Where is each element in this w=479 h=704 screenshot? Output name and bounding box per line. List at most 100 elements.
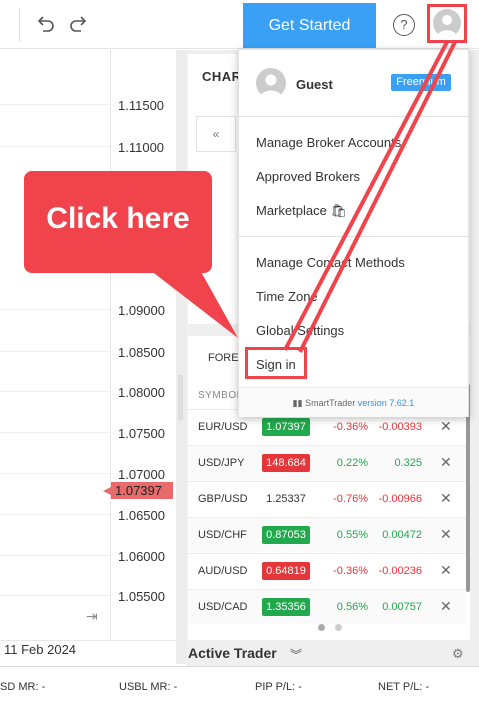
menu-item-manage-contact-methods[interactable]: Manage Contact Methods <box>256 255 405 270</box>
grid-line <box>0 432 110 433</box>
status-item: USBL MR: - <box>119 681 178 693</box>
menu-footer: ▮▮ SmartTrader version 7.62.1 <box>239 387 468 417</box>
symbol-cell: AUD/USD <box>198 565 248 577</box>
grid-line <box>0 104 110 105</box>
page-dot-active[interactable] <box>318 624 325 631</box>
menu-item-approved-brokers[interactable]: Approved Brokers <box>256 169 360 184</box>
date-label: 11 Feb 2024 <box>4 642 77 657</box>
user-dropdown-menu: Guest Freemium Manage Broker Accounts Ap… <box>238 49 469 417</box>
status-item: NET P/L: - <box>378 681 430 693</box>
price-label: 1.05500 <box>118 589 165 604</box>
change-cell: -0.00236 <box>378 565 422 577</box>
user-avatar-icon <box>256 68 286 98</box>
percent-change-cell: -0.76% <box>333 493 368 505</box>
close-icon[interactable]: ✕ <box>440 526 452 543</box>
menu-divider <box>239 236 468 237</box>
current-price-marker: 1.07397 <box>103 482 173 499</box>
toolbar-divider <box>19 8 20 42</box>
table-row[interactable]: GBP/USD 1.25337 -0.76% -0.00966 ✕ <box>188 481 466 516</box>
change-cell: 0.00472 <box>382 529 422 541</box>
close-icon[interactable]: ✕ <box>440 598 452 615</box>
close-icon[interactable]: ✕ <box>440 454 452 471</box>
menu-divider <box>239 116 468 117</box>
top-toolbar: Get Started ? <box>0 0 479 49</box>
price-label: 1.08000 <box>118 385 165 400</box>
grid-line <box>0 146 110 147</box>
status-bar: SD MR: - USBL MR: - PIP P/L: - NET P/L: … <box>0 666 479 704</box>
price-label: 1.06500 <box>118 508 165 523</box>
price-cell: 0.87053 <box>262 526 310 544</box>
price-cell: 148.684 <box>262 454 310 472</box>
grid-line <box>0 309 110 310</box>
symbol-cell: USD/CAD <box>198 601 248 613</box>
user-name: Guest <box>296 77 333 92</box>
collapse-toggle-button[interactable]: « <box>196 116 236 152</box>
change-cell: -0.00393 <box>378 421 422 433</box>
smarttrader-logo-icon: ▮▮ <box>292 398 303 408</box>
close-icon[interactable]: ✕ <box>440 418 452 435</box>
splitter-grip[interactable] <box>178 375 183 420</box>
app-version: version 7.62.1 <box>357 398 415 408</box>
avatar-highlight-box <box>427 4 467 43</box>
price-label: 1.07000 <box>118 467 165 482</box>
page-dot[interactable] <box>335 624 342 631</box>
percent-change-cell: -0.36% <box>333 565 368 577</box>
grid-line <box>0 514 110 515</box>
gear-icon[interactable]: ⚙ <box>452 646 464 662</box>
close-icon[interactable]: ✕ <box>440 562 452 579</box>
symbol-cell: USD/JPY <box>198 457 245 469</box>
bag-icon: 🛍 <box>330 203 347 218</box>
menu-item-time-zone[interactable]: Time Zone <box>256 289 318 304</box>
percent-change-cell: 0.56% <box>336 601 368 613</box>
menu-item-marketplace[interactable]: Marketplace 🛍 <box>256 203 347 219</box>
app-name: SmartTrader <box>305 398 356 408</box>
chart-axis-line <box>110 50 111 640</box>
price-cell: 1.35356 <box>262 598 310 616</box>
table-row[interactable]: AUD/USD 0.64819 -0.36% -0.00236 ✕ <box>188 553 466 588</box>
table-row[interactable]: USD/JPY 148.684 0.22% 0.325 ✕ <box>188 445 466 480</box>
status-item: SD MR: - <box>0 681 46 693</box>
percent-change-cell: -0.36% <box>333 421 368 433</box>
symbol-column-header: SYMBOL <box>198 390 243 401</box>
chevron-down-icon[interactable]: ︾ <box>290 646 302 663</box>
symbol-cell: EUR/USD <box>198 421 248 433</box>
panel-splitter[interactable] <box>176 50 186 664</box>
grid-line <box>0 595 110 596</box>
price-label: 1.07500 <box>118 426 165 441</box>
price-label: 1.11000 <box>118 140 165 155</box>
click-here-callout: Click here <box>24 171 212 273</box>
table-row[interactable]: USD/CHF 0.87053 0.55% 0.00472 ✕ <box>188 517 466 552</box>
price-cell: 1.07397 <box>262 418 310 436</box>
callout-text: Click here <box>46 202 190 235</box>
chart-card-title: CHAR <box>202 69 242 84</box>
redo-icon[interactable] <box>66 12 90 36</box>
close-icon[interactable]: ✕ <box>440 490 452 507</box>
menu-item-global-settings[interactable]: Global Settings <box>256 323 344 338</box>
date-axis: 11 Feb 2024 <box>0 640 176 664</box>
active-trader-label: Active Trader <box>188 645 277 661</box>
sign-in-highlight-box <box>245 347 307 379</box>
grid-line <box>0 351 110 352</box>
change-cell: 0.00757 <box>382 601 422 613</box>
price-chart[interactable]: 1.11500 1.11000 1.09000 1.08500 1.08000 … <box>0 50 176 640</box>
help-icon[interactable]: ? <box>393 14 415 36</box>
grid-line <box>0 473 110 474</box>
menu-item-manage-broker-accounts[interactable]: Manage Broker Accounts <box>256 135 401 150</box>
price-cell: 0.64819 <box>262 562 310 580</box>
percent-change-cell: 0.22% <box>336 457 368 469</box>
price-label: 1.11500 <box>118 98 165 113</box>
jump-to-end-icon[interactable]: ⇥ <box>86 608 98 625</box>
get-started-button[interactable]: Get Started <box>243 3 376 48</box>
active-trader-header[interactable]: Active Trader ︾ ⚙ <box>186 640 479 666</box>
price-label: 1.09000 <box>118 303 165 318</box>
change-cell: -0.00966 <box>378 493 422 505</box>
price-label: 1.08500 <box>118 345 165 360</box>
grid-line <box>0 555 110 556</box>
price-label: 1.06000 <box>118 549 165 564</box>
undo-icon[interactable] <box>34 12 58 36</box>
symbol-cell: USD/CHF <box>198 529 247 541</box>
change-cell: 0.325 <box>394 457 422 469</box>
symbol-cell: GBP/USD <box>198 493 248 505</box>
page-dots <box>318 618 352 636</box>
grid-line <box>0 391 110 392</box>
